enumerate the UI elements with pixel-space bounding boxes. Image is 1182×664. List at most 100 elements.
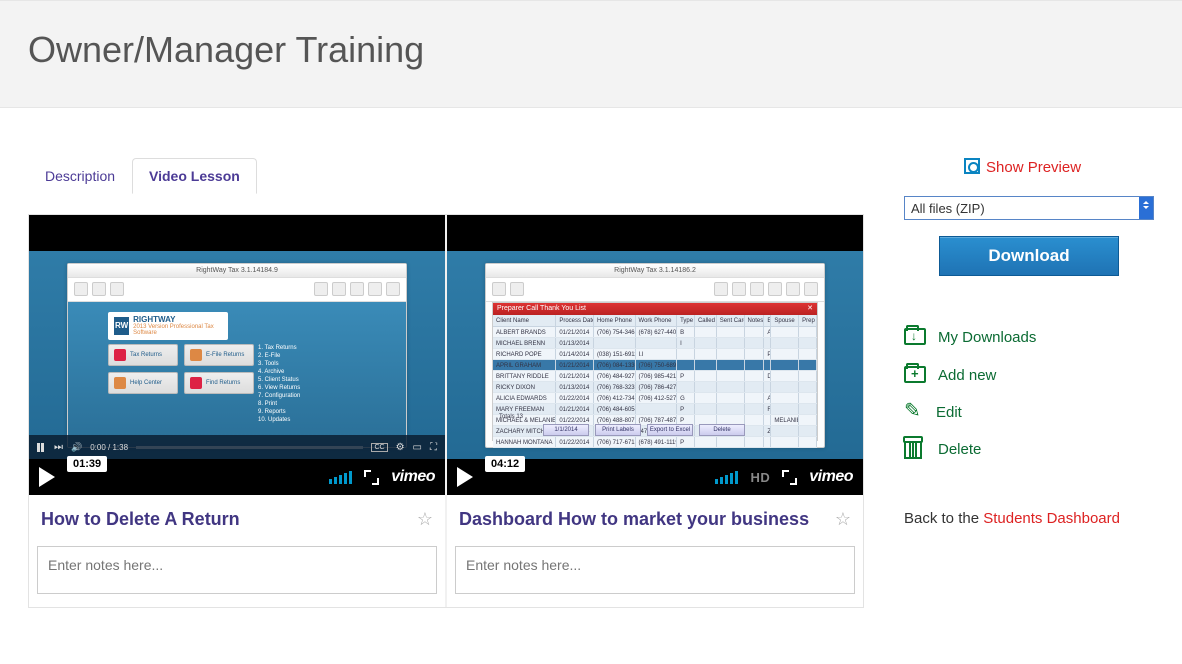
notes-input[interactable] (37, 546, 437, 594)
table-cell (636, 404, 678, 414)
table-cell (764, 382, 771, 392)
table-cell (771, 393, 799, 403)
table-cell (771, 338, 799, 348)
table-row: HANNAH MONTANA01/22/2014(706) 717-6713(6… (493, 437, 817, 448)
toolbar-icon (368, 282, 382, 296)
hd-badge[interactable]: HD (750, 470, 770, 485)
notes-area (37, 546, 437, 599)
video-player-2[interactable]: RightWay Tax 3.1.14186.2 (447, 215, 863, 495)
table-cell: I.I (636, 349, 678, 359)
fullscreen-icon[interactable] (782, 470, 797, 485)
back-prefix: Back to the (904, 510, 983, 527)
volume-bars-icon[interactable] (715, 470, 738, 484)
tile: Find Returns (184, 372, 254, 394)
table-cell (717, 371, 745, 381)
table-cell: (706) 768-3236 (594, 382, 636, 392)
table-cell: (706) 484-6054 (594, 404, 636, 414)
theater-icon[interactable]: ▭ (413, 442, 422, 453)
toolbar-icon (350, 282, 364, 296)
toolbar-icon (332, 282, 346, 296)
table-cell: (706) 717-6713 (594, 437, 636, 447)
table-cell (717, 360, 745, 370)
next-icon[interactable]: ⏭ (54, 442, 63, 453)
table-row: ALBERT BRANDS01/21/2014(706) 754-3465(67… (493, 327, 817, 338)
app-window-thumbnail: RightWay Tax 3.1.14184.9 (67, 263, 407, 448)
table-cell: I (677, 338, 695, 348)
table-cell (677, 349, 695, 359)
table-cell (677, 360, 695, 370)
app-titlebar: RightWay Tax 3.1.14184.9 (68, 264, 406, 278)
table-cell: BRITTANY RIDDLE (493, 371, 556, 381)
table-cell: MARY FREEMAN (493, 404, 556, 414)
video-player-1[interactable]: RightWay Tax 3.1.14184.9 (29, 215, 445, 495)
favorite-star-icon[interactable]: ☆ (417, 509, 433, 530)
table-cell: 01/21/2014 (556, 371, 594, 381)
file-format-select[interactable]: All files (ZIP) (904, 196, 1154, 220)
table-cell: MICHAEL BRENN (493, 338, 556, 348)
table-cell (799, 382, 817, 392)
table-cell: RICHARD POPE (493, 349, 556, 359)
volume-bars-icon[interactable] (329, 470, 352, 484)
pause-icon[interactable] (37, 443, 46, 452)
toolbar-icon (804, 282, 818, 296)
table-cell: ALICIA EDWARDS (493, 393, 556, 403)
table-cell (799, 415, 817, 425)
table-cell (717, 338, 745, 348)
table-cell: APRIL GRAHAM (493, 360, 556, 370)
action-edit[interactable]: Edit (904, 402, 1154, 422)
show-preview-link[interactable]: Show Preview (964, 158, 1154, 178)
toolbar-icon (732, 282, 746, 296)
video-title-row: How to Delete A Return ☆ (29, 495, 445, 536)
volume-icon[interactable]: 🔊 (71, 442, 82, 453)
table-cell: (706) 786-4278 (636, 382, 678, 392)
table-cell (799, 338, 817, 348)
table-row: ALICIA EDWARDS01/22/2014(706) 412-7341(7… (493, 393, 817, 404)
table-cell: (678) 491-1119 (636, 437, 678, 447)
tab-description[interactable]: Description (28, 158, 132, 194)
table-cell: A@AOL.COM (764, 327, 771, 337)
trash-icon (904, 438, 926, 460)
table-cell: (706) 750-6896 (636, 360, 678, 370)
download-button[interactable]: Download (939, 236, 1119, 276)
table-cell (745, 360, 765, 370)
toolbar-icon (492, 282, 506, 296)
table-cell (799, 371, 817, 381)
table-cell: HANNAH MONTANA (493, 437, 556, 447)
table-cell: ALBERT BRANDS (493, 327, 556, 337)
back-link-row: Back to the Students Dashboard (904, 510, 1154, 527)
tab-video-lesson[interactable]: Video Lesson (132, 158, 257, 194)
table-cell (717, 393, 745, 403)
action-delete[interactable]: Delete (904, 438, 1154, 460)
logo-subtitle: 2013 Version Professional Tax Software (133, 324, 222, 336)
action-add-new[interactable]: Add new (904, 364, 1154, 386)
table-cell (745, 382, 765, 392)
action-my-downloads[interactable]: My Downloads (904, 326, 1154, 348)
notes-input[interactable] (455, 546, 855, 594)
action-label: My Downloads (938, 329, 1036, 346)
toolbar-icon (314, 282, 328, 296)
table-cell (771, 360, 799, 370)
grid-button: Print Labels (595, 424, 641, 436)
file-select-value: All files (ZIP) (911, 201, 985, 216)
grid-button: Delete (699, 424, 745, 436)
cc-icon[interactable]: CC (371, 443, 387, 452)
inner-progress[interactable] (136, 446, 363, 449)
fullscreen-icon[interactable] (364, 470, 379, 485)
play-button[interactable] (457, 467, 473, 487)
grid-header: Client Name Process Date Home Phone Work… (493, 315, 817, 327)
video-title-row: Dashboard How to market your business ☆ (447, 495, 863, 536)
fullscreen-inner-icon[interactable]: ⛶ (430, 442, 437, 453)
vimeo-logo[interactable]: vimeo (809, 468, 853, 486)
table-cell (771, 404, 799, 414)
table-row: RICHARD POPE01/14/2014(038) 151-6911I.IP… (493, 349, 817, 360)
table-cell (745, 338, 765, 348)
vimeo-logo[interactable]: vimeo (391, 468, 435, 486)
favorite-star-icon[interactable]: ☆ (835, 509, 851, 530)
table-cell (799, 404, 817, 414)
students-dashboard-link[interactable]: Students Dashboard (983, 510, 1120, 527)
settings-icon[interactable]: ⚙ (396, 442, 405, 453)
table-cell (695, 437, 717, 447)
table-cell (799, 327, 817, 337)
play-button[interactable] (39, 467, 55, 487)
action-label: Edit (936, 404, 962, 421)
